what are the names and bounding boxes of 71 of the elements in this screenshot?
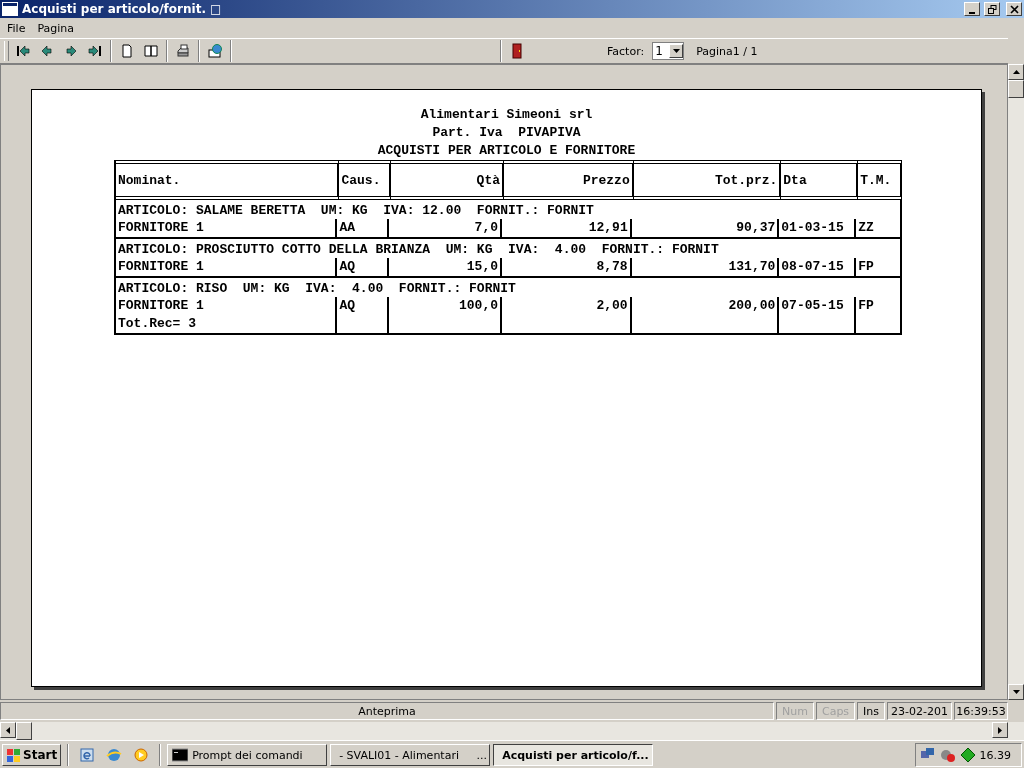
report-heading: ACQUISTI PER ARTICOLO E FORNITORE xyxy=(376,142,637,160)
table-cell: FORNITORE 1 xyxy=(116,297,338,315)
article-line: ARTICOLO: RISO UM: KG IVA: 4.00 FORNIT.: FORNIT xyxy=(117,280,517,297)
restore-icon xyxy=(987,4,997,14)
article-line: ARTICOLO: PROSCIUTTO COTTO DELLA BRIANZA UM: KG IVA: 4.00 FORNIT.: FORNIT xyxy=(117,241,720,258)
table-cell-text: FP xyxy=(857,258,875,276)
taskbar-button[interactable]: - SVALI01 - Alimentari ... xyxy=(330,744,491,766)
table-cell: FORNITORE 1 xyxy=(116,219,338,237)
article-line: ARTICOLO: SALAME BERETTA UM: KG IVA: 12.00 FORNIT.: FORNIT xyxy=(117,202,595,219)
down-arrow-icon xyxy=(1012,690,1020,694)
table-cell-text: ZZ xyxy=(857,219,875,237)
report-heading: Part. Iva PIVAPIVA xyxy=(431,124,582,142)
table-cell: 08-07-15 xyxy=(779,258,857,276)
table-cell: 100,0 xyxy=(389,297,502,315)
window-icon xyxy=(2,2,18,16)
taskbar-button[interactable]: Prompt dei comandi xyxy=(167,744,328,766)
status-time: 16:39:53 xyxy=(954,702,1008,720)
table-cell: 15,0 xyxy=(389,258,502,276)
status-indicator: Ins xyxy=(857,702,886,720)
table-cell-text: FP xyxy=(857,297,875,315)
close-icon xyxy=(1009,4,1019,14)
windows-logo-icon xyxy=(6,747,21,763)
restore-button[interactable] xyxy=(984,2,1000,16)
scroll-right-button[interactable] xyxy=(992,722,1008,738)
table-cell: 12,91 xyxy=(502,219,632,237)
minimize-button[interactable] xyxy=(964,2,980,16)
table-cell: 07-05-15 xyxy=(779,297,857,315)
column-header: Dta xyxy=(781,160,859,200)
scroll-thumb[interactable] xyxy=(1008,80,1024,98)
right-arrow-icon xyxy=(998,726,1002,734)
menu-item[interactable]: File xyxy=(2,20,31,36)
column-header: Caus. xyxy=(339,160,392,200)
factor-label: Factor: xyxy=(607,44,645,58)
table-cell: 131,70 xyxy=(631,258,780,276)
clock: 16.39 xyxy=(979,748,1011,762)
table-cell: AA xyxy=(337,219,390,237)
column-header: T.M. xyxy=(858,160,902,200)
scroll-up-button[interactable] xyxy=(1008,64,1024,80)
table-cell: 90,37 xyxy=(631,219,780,237)
taskbar-button[interactable]: Acquisti per articolo/f... xyxy=(493,744,654,766)
close-button[interactable] xyxy=(1006,2,1022,16)
table-cell: AQ xyxy=(337,297,390,315)
status-message: Anteprima xyxy=(0,702,775,720)
column-header: Nominat. xyxy=(116,160,340,200)
table-cell: AQ xyxy=(337,258,390,276)
dropdown-arrow-icon xyxy=(672,49,680,53)
column-header: Prezzo xyxy=(504,160,634,200)
menu-item[interactable]: Pagina xyxy=(32,20,80,36)
table-cell: 01-03-15 xyxy=(779,219,857,237)
table-cell: 200,00 xyxy=(631,297,780,315)
column-header: Tot.prz. xyxy=(633,160,782,200)
report-heading: Alimentari Simeoni srl xyxy=(419,106,594,124)
diamond-icon xyxy=(959,747,976,763)
column-header: Qtà xyxy=(391,160,504,200)
table-cell: 8,78 xyxy=(502,258,632,276)
window-title: Acquisti per articolo/fornit. □ xyxy=(22,2,223,16)
status-date: 23-02-201 xyxy=(887,702,952,720)
page-indicator: Pagina1 / 1 xyxy=(696,44,758,58)
scroll-left-button[interactable] xyxy=(0,722,16,738)
up-arrow-icon xyxy=(1012,70,1020,74)
console-icon xyxy=(172,748,189,762)
scroll-thumb[interactable] xyxy=(16,722,32,740)
left-arrow-icon xyxy=(6,726,10,734)
factor-dropdown[interactable]: 1 xyxy=(652,42,685,60)
minimize-icon xyxy=(969,11,975,14)
table-cell: 7,0 xyxy=(389,219,502,237)
table-cell: FORNITORE 1 xyxy=(116,258,338,276)
start-button[interactable]: Start xyxy=(2,744,62,766)
table-cell: 2,00 xyxy=(502,297,632,315)
scroll-down-button[interactable] xyxy=(1008,684,1024,700)
record-total: Tot.Rec= 3 xyxy=(116,315,338,333)
